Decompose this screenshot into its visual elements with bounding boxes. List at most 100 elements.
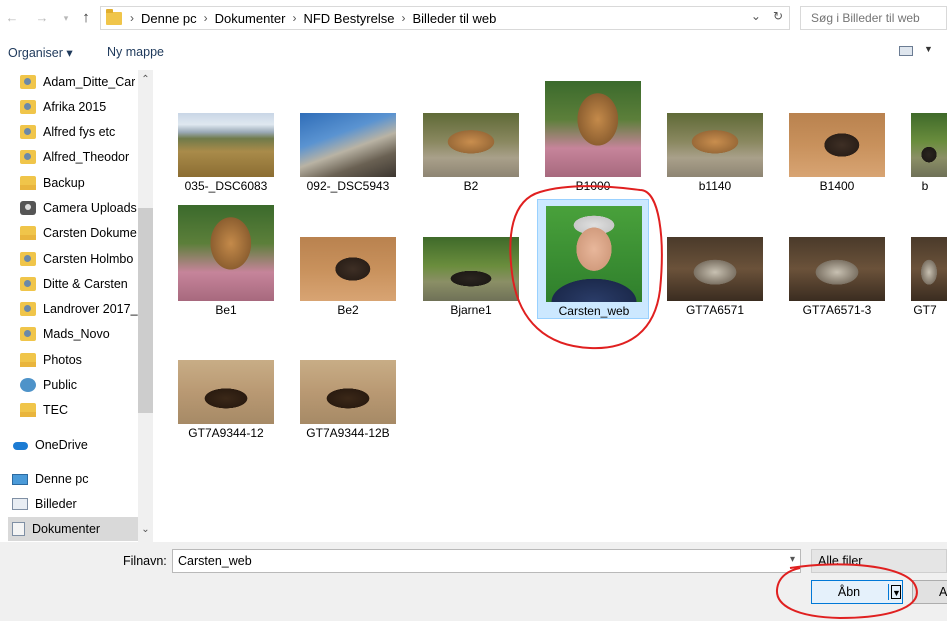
crumb-documents[interactable]: Dokumenter <box>215 11 286 26</box>
file-name-label: 092-_DSC5943 <box>306 179 390 193</box>
file-thumbnail <box>789 113 885 177</box>
sidebar-item-label: Carsten Dokume <box>43 226 137 240</box>
up-arrow-icon[interactable]: ↑ <box>78 9 94 27</box>
open-dropdown-icon[interactable]: ▼ <box>891 585 901 599</box>
file-name-label: b <box>921 179 929 193</box>
file-tile[interactable]: B1400 <box>781 75 893 195</box>
file-tile[interactable]: Be2 <box>292 199 404 319</box>
crumb-separator-icon[interactable]: › <box>402 11 406 25</box>
globe-icon <box>20 378 36 392</box>
organize-button[interactable]: Organiser ▾ <box>8 45 73 60</box>
sidebar-item[interactable]: Denne pc <box>8 467 138 491</box>
scroll-down-icon[interactable]: ⌄ <box>138 524 153 535</box>
cancel-button[interactable]: A <box>912 580 947 604</box>
file-name-label: B1400 <box>819 179 855 193</box>
crumb-current-folder[interactable]: Billeder til web <box>413 11 497 26</box>
file-thumbnail <box>423 237 519 301</box>
sidebar-item[interactable]: Backup <box>8 171 138 195</box>
sidebar-item-label: Backup <box>43 176 85 190</box>
file-tile[interactable]: B1000 <box>537 75 649 195</box>
sidebar-item[interactable]: Public <box>8 373 138 397</box>
recent-chevron-icon[interactable]: ▾ <box>58 9 74 27</box>
sidebar-item[interactable]: Camera Uploads <box>8 196 138 220</box>
sidebar-item[interactable]: Carsten Dokume <box>8 221 138 245</box>
file-tile[interactable]: GT7A6571-3 <box>781 199 893 319</box>
sidebar-item-label: Denne pc <box>35 472 89 486</box>
search-input[interactable] <box>801 7 941 29</box>
command-bar: Organiser ▾ Ny mappe <box>0 38 947 68</box>
sidebar-item-label: Alfred_Theodor <box>43 150 130 164</box>
sidebar-item[interactable]: TEC <box>8 398 138 422</box>
crumb-separator-icon: › <box>130 11 134 25</box>
camera-icon <box>20 201 36 215</box>
filename-combobox[interactable]: ▾ <box>172 549 801 573</box>
file-tile[interactable]: Bjarne1 <box>415 199 527 319</box>
forward-arrow-icon[interactable]: → <box>34 9 50 27</box>
file-name-label: B1000 <box>575 179 611 193</box>
sidebar-item[interactable]: Afrika 2015 <box>8 95 138 119</box>
sidebar-item[interactable]: Photos <box>8 348 138 372</box>
folder-icon <box>106 8 122 25</box>
file-thumbnail <box>300 360 396 424</box>
sidebar-item[interactable]: Alfred fys etc <box>8 120 138 144</box>
sidebar-item[interactable]: Mads_Novo <box>8 322 138 346</box>
file-tile[interactable]: b <box>903 75 947 195</box>
cancel-button-label: A <box>939 585 947 599</box>
file-thumbnail <box>178 113 274 177</box>
new-folder-button[interactable]: Ny mappe <box>107 45 164 59</box>
view-chevron-down-icon[interactable]: ▼ <box>924 44 933 54</box>
file-tile[interactable]: GT7 <box>903 199 947 319</box>
crumb-separator-icon[interactable]: › <box>204 11 208 25</box>
person-folder-icon <box>20 327 36 341</box>
sidebar-item-label: Public <box>43 378 78 392</box>
refresh-icon[interactable]: ↻ <box>773 9 783 23</box>
file-tile[interactable]: GT7A9344-12B <box>292 322 404 442</box>
breadcrumb[interactable]: › Denne pc › Dokumenter › NFD Bestyrelse… <box>100 6 790 30</box>
chevron-down-icon[interactable]: ▾ <box>790 554 795 565</box>
file-tile[interactable]: 092-_DSC5943 <box>292 75 404 195</box>
file-tile[interactable]: Be1 <box>170 199 282 319</box>
file-name-label: Carsten_web <box>558 304 630 318</box>
file-tile[interactable]: b1140 <box>659 75 771 195</box>
pc-icon <box>12 473 28 485</box>
view-options-icon[interactable] <box>899 46 913 56</box>
scroll-up-icon[interactable]: ⌃ <box>138 74 153 85</box>
file-type-filter[interactable]: Alle filer <box>811 549 947 573</box>
sidebar-item[interactable]: Alfred_Theodor <box>8 145 138 169</box>
sidebar-item[interactable]: OneDrive <box>8 433 138 457</box>
file-tile[interactable]: Carsten_web <box>537 199 649 319</box>
search-box[interactable] <box>800 6 947 30</box>
sidebar-item-label: Photos <box>43 353 82 367</box>
sidebar-item-label: Ditte & Carsten <box>43 277 128 291</box>
sidebar-item[interactable]: Landrover 2017_ <box>8 297 138 321</box>
file-name-label: 035-_DSC6083 <box>184 179 268 193</box>
file-name-label: B2 <box>463 179 479 193</box>
crumb-this-pc[interactable]: Denne pc <box>141 11 197 26</box>
file-thumbnail <box>423 113 519 177</box>
file-name-label: Bjarne1 <box>450 303 492 317</box>
file-thumbnail <box>178 360 274 424</box>
file-type-label: Alle filer <box>818 554 863 568</box>
open-button[interactable]: Åbn ▼ <box>811 580 903 604</box>
split-divider <box>888 584 889 600</box>
sidebar-item[interactable]: Ditte & Carsten <box>8 272 138 296</box>
sidebar-item[interactable]: Dokumenter <box>8 517 140 541</box>
person-folder-icon <box>20 277 36 291</box>
path-dropdown-icon[interactable]: ⌄ <box>751 9 761 23</box>
filename-input[interactable] <box>173 550 773 572</box>
file-tile[interactable]: B2 <box>415 75 527 195</box>
sidebar-item[interactable]: Carsten Holmbo <box>8 247 138 271</box>
sidebar-item[interactable]: Adam_Ditte_Car <box>8 70 138 94</box>
file-thumbnail <box>546 206 642 302</box>
crumb-separator-icon[interactable]: › <box>292 11 296 25</box>
file-tile[interactable]: 035-_DSC6083 <box>170 75 282 195</box>
back-arrow-icon[interactable]: ← <box>4 9 20 27</box>
file-tile[interactable]: GT7A9344-12 <box>170 322 282 442</box>
file-tile[interactable]: GT7A6571 <box>659 199 771 319</box>
file-name-label: GT7A9344-12 <box>188 426 264 440</box>
sidebar-scroll-thumb[interactable] <box>138 208 153 413</box>
sidebar-item[interactable]: Billeder <box>8 492 138 516</box>
sidebar-item-label: Afrika 2015 <box>43 100 107 114</box>
crumb-nfd[interactable]: NFD Bestyrelse <box>303 11 394 26</box>
file-name-label: Be2 <box>337 303 359 317</box>
